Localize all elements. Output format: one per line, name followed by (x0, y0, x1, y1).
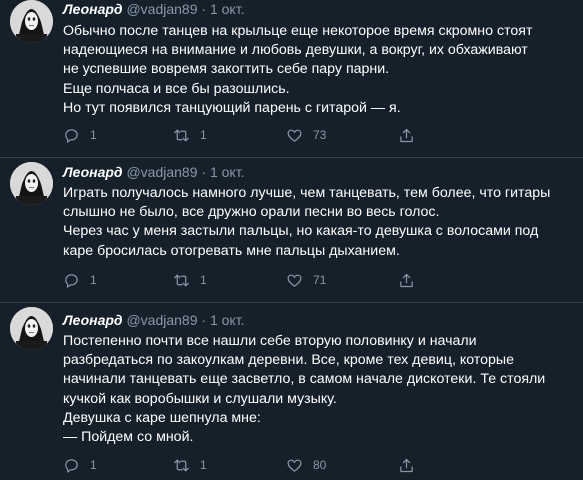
retweet-icon (174, 129, 189, 141)
share-button[interactable] (398, 456, 415, 474)
avatar[interactable] (10, 307, 53, 350)
retweet-button[interactable]: 1 (173, 456, 207, 474)
tweet-text: Играть получалось намного лучше, чем тан… (63, 184, 578, 261)
author-handle[interactable]: @vadjan89 (126, 164, 197, 180)
retweet-count: 1 (200, 458, 207, 472)
reply-button[interactable]: 1 (63, 456, 97, 474)
author-handle[interactable]: @vadjan89 (126, 312, 197, 328)
separator: · (201, 164, 207, 180)
tweet-text-line: разбредаться по закоулкам деревни. Все, … (63, 352, 514, 369)
tweet-text-line: Но тут появился танцующий парень с гитар… (63, 99, 401, 116)
separator: · (201, 1, 207, 17)
masked-face-icon (10, 0, 53, 43)
share-button[interactable] (398, 271, 415, 289)
like-count: 73 (313, 128, 327, 142)
reply-count: 1 (90, 128, 97, 142)
tweet-date[interactable]: 1 окт. (210, 1, 245, 17)
retweet-button[interactable]: 1 (173, 271, 207, 289)
tweet-text-line: Постепенно почти все нашли себе вторую п… (63, 333, 477, 349)
avatar[interactable] (10, 162, 53, 205)
reply-count: 1 (90, 458, 97, 472)
tweet-text: Обычно после танцев на крыльце еще некот… (63, 22, 578, 118)
tweet-date[interactable]: 1 окт. (210, 164, 245, 180)
reply-icon (65, 273, 78, 288)
tweet-header: Леонард @vadjan89 · 1 окт. (63, 0, 244, 18)
masked-face-icon (10, 307, 53, 350)
share-icon (400, 273, 413, 287)
avatar[interactable] (10, 0, 53, 43)
tweet-text-line: — Пойдем со мной. (63, 429, 194, 446)
share-button[interactable] (398, 126, 415, 144)
tweet-text-line: начинали танцевать еще засветло, в самом… (63, 371, 546, 388)
retweet-icon (174, 274, 189, 286)
tweet-text-line: Обычно после танцев на крыльце еще некот… (63, 23, 533, 39)
masked-face-icon (10, 162, 53, 205)
tweet-text-line: не успевшие вовремя закогтить себе пару … (63, 61, 390, 78)
author-name[interactable]: Леонард (63, 1, 123, 17)
tweet-text-line: слышно не было, все дружно орали песни в… (63, 204, 440, 221)
share-icon (400, 128, 413, 142)
reply-button[interactable]: 1 (63, 126, 97, 144)
reply-icon (65, 458, 78, 473)
like-button[interactable]: 73 (286, 126, 326, 144)
tweet-text: Постепенно почти все нашли себе вторую п… (63, 332, 578, 447)
tweet[interactable]: Леонард @vadjan89 · 1 окт. Играть получа… (0, 158, 583, 303)
separator: · (201, 312, 207, 328)
heart-icon (287, 459, 302, 472)
tweet-text-line: кучкой как воробышки и слушали музыку. (63, 390, 337, 407)
tweet[interactable]: Леонард @vadjan89 · 1 окт. Обычно после … (0, 0, 583, 158)
heart-icon (287, 274, 302, 287)
retweet-count: 1 (200, 128, 207, 142)
tweet-text-line: Еще полчаса и все бы разошлись. (63, 80, 290, 97)
author-name[interactable]: Леонард (63, 312, 123, 328)
share-icon (400, 458, 413, 472)
tweet-date[interactable]: 1 окт. (210, 312, 245, 328)
like-button[interactable]: 80 (286, 456, 326, 474)
tweet[interactable]: Леонард @vadjan89 · 1 окт. Постепенно по… (0, 303, 583, 480)
tweet-text-line: надеющиеся на внимание и любовь девушки,… (63, 42, 528, 59)
retweet-count: 1 (200, 273, 207, 287)
reply-icon (65, 128, 78, 143)
reply-count: 1 (90, 273, 97, 287)
tweet-text-line: каре бросилась отогревать мне пальцы дых… (63, 242, 400, 259)
author-name[interactable]: Леонард (63, 164, 123, 180)
retweet-icon (174, 459, 189, 471)
tweet-text-line: Играть получалось намного лучше, чем тан… (63, 185, 551, 201)
like-count: 80 (313, 458, 327, 472)
like-count: 71 (313, 273, 327, 287)
tweet-text-line: Через час у меня застыли пальцы, но кака… (63, 223, 539, 240)
tweet-header: Леонард @vadjan89 · 1 окт. (63, 311, 244, 329)
like-button[interactable]: 71 (286, 271, 326, 289)
tweet-text-line: Девушка с каре шепнула мне: (63, 409, 261, 426)
retweet-button[interactable]: 1 (173, 126, 207, 144)
author-handle[interactable]: @vadjan89 (126, 1, 197, 17)
tweet-header: Леонард @vadjan89 · 1 окт. (63, 163, 244, 181)
reply-button[interactable]: 1 (63, 271, 97, 289)
heart-icon (287, 129, 302, 142)
